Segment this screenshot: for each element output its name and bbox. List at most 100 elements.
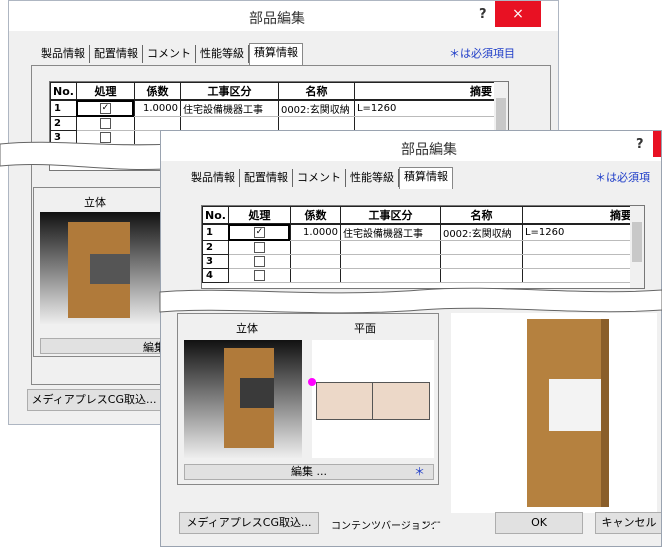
- front-edit-button[interactable]: 編集 ... ＊: [184, 464, 434, 480]
- col-kubun: 工事区分: [179, 82, 279, 101]
- row-kubun[interactable]: [339, 268, 441, 283]
- row-kubun[interactable]: 住宅設備機器工事: [339, 224, 441, 241]
- row-name[interactable]: [439, 240, 523, 255]
- cancel-button[interactable]: キャンセル: [595, 512, 661, 534]
- row-no: 4: [202, 268, 229, 283]
- back-edit-button[interactable]: 編集: [40, 338, 168, 354]
- row-no: 1: [202, 223, 229, 241]
- front-media-import-button[interactable]: メディアプレスCG取込...: [179, 512, 319, 534]
- row-coef[interactable]: 1.0000: [133, 100, 181, 117]
- row-kubun[interactable]: [339, 254, 441, 269]
- row-no: 1: [50, 99, 77, 117]
- col-process: 処理: [227, 206, 291, 225]
- row-kubun[interactable]: 住宅設備機器工事: [179, 100, 279, 117]
- row-tekiyo[interactable]: L=1260: [521, 224, 635, 241]
- ok-button[interactable]: OK: [495, 512, 583, 534]
- process-checkbox[interactable]: [253, 269, 265, 281]
- front-tab-estimate[interactable]: 積算情報: [399, 167, 453, 189]
- row-no: 2: [202, 240, 229, 255]
- back-tab-estimate[interactable]: 積算情報: [249, 43, 303, 65]
- front-tab-product[interactable]: 製品情報: [187, 169, 240, 187]
- table-row[interactable]: 4: [202, 268, 635, 283]
- col-coef: 係数: [133, 82, 181, 101]
- back-close-button[interactable]: ×: [495, 1, 541, 27]
- row-checkbox-cell[interactable]: ✓: [75, 100, 135, 117]
- edit-star: ＊: [414, 465, 425, 478]
- front-table-scrollbar[interactable]: [630, 206, 644, 288]
- process-checkbox[interactable]: [99, 117, 111, 129]
- front-plan-preview: [308, 340, 434, 458]
- row-tekiyo[interactable]: [521, 240, 635, 255]
- row-coef[interactable]: [289, 254, 341, 269]
- table-row[interactable]: 2: [50, 116, 495, 131]
- col-process: 処理: [75, 82, 135, 101]
- row-checkbox-cell[interactable]: [75, 116, 135, 131]
- front-tab-performance[interactable]: 性能等級: [346, 169, 399, 187]
- front-required-note: ＊は必須項: [595, 171, 650, 184]
- front-3d-label: 立体: [236, 322, 258, 335]
- row-checkbox-cell[interactable]: [227, 240, 291, 255]
- row-tekiyo[interactable]: L=1260: [353, 100, 495, 117]
- row-coef[interactable]: [133, 116, 181, 131]
- col-tekiyo: 摘要: [353, 82, 495, 101]
- row-checkbox-cell[interactable]: ✓: [227, 224, 291, 241]
- row-coef[interactable]: 1.0000: [289, 224, 341, 241]
- front-close-button[interactable]: [653, 131, 661, 157]
- back-tab-placement[interactable]: 配置情報: [90, 45, 143, 63]
- table-row[interactable]: 1 ✓ 1.0000 住宅設備機器工事 0002:玄関収納 L=1260: [202, 223, 635, 241]
- front-edit-label: 編集 ...: [291, 465, 327, 478]
- front-help-icon[interactable]: ?: [636, 137, 644, 152]
- back-tabbar: 製品情報 配置情報 コメント 性能等級 積算情報: [37, 43, 303, 65]
- back-required-note: ＊は必須項目: [449, 47, 515, 60]
- row-checkbox-cell[interactable]: [227, 268, 291, 283]
- back-preview-panel: 立体 編集: [33, 187, 173, 357]
- front-dialog: 部品編集 ? 製品情報 配置情報 コメント 性能等級 積算情報 ＊は必須項 No…: [160, 130, 662, 547]
- table-row[interactable]: 2: [202, 240, 635, 255]
- back-title: 部品編集: [249, 11, 305, 27]
- plan-origin-marker: [308, 378, 316, 386]
- back-3d-label: 立体: [84, 196, 106, 209]
- back-tab-performance[interactable]: 性能等級: [196, 45, 249, 63]
- large-cabinet-gap: [549, 379, 601, 431]
- large-cabinet-side: [601, 319, 609, 507]
- row-kubun[interactable]: [339, 240, 441, 255]
- row-kubun[interactable]: [179, 116, 279, 131]
- process-checkbox[interactable]: [253, 241, 265, 253]
- front-preview-panel: 立体 平面 編集 ... ＊: [177, 313, 439, 485]
- front-title: 部品編集: [401, 142, 457, 158]
- col-tekiyo: 摘要: [521, 206, 635, 225]
- row-name[interactable]: 0002:玄関収納: [277, 100, 355, 117]
- row-checkbox-cell[interactable]: [227, 254, 291, 269]
- row-name[interactable]: [439, 268, 523, 283]
- row-tekiyo[interactable]: [521, 254, 635, 269]
- contents-version-value: --.--: [423, 517, 441, 528]
- row-tekiyo[interactable]: [353, 116, 495, 131]
- front-tab-placement[interactable]: 配置情報: [240, 169, 293, 187]
- col-coef: 係数: [289, 206, 341, 225]
- back-tab-comment[interactable]: コメント: [143, 45, 196, 63]
- cabinet-gap: [90, 254, 130, 284]
- back-media-import-button[interactable]: メディアプレスCG取込...: [27, 389, 161, 411]
- process-checkbox[interactable]: ✓: [99, 102, 111, 114]
- front-large-preview: [451, 313, 657, 513]
- table-row[interactable]: 3: [202, 254, 635, 269]
- table-row[interactable]: 1 ✓ 1.0000 住宅設備機器工事 0002:玄関収納 L=1260: [50, 99, 495, 117]
- row-no: 3: [202, 254, 229, 269]
- row-name[interactable]: 0002:玄関収納: [439, 224, 523, 241]
- process-checkbox[interactable]: ✓: [253, 226, 265, 238]
- row-coef[interactable]: [289, 240, 341, 255]
- col-name: 名称: [277, 82, 355, 101]
- row-coef[interactable]: [289, 268, 341, 283]
- col-kubun: 工事区分: [339, 206, 441, 225]
- col-no: No.: [50, 82, 77, 101]
- scroll-thumb[interactable]: [632, 222, 642, 262]
- plan-cabinet: [316, 382, 430, 420]
- row-name[interactable]: [439, 254, 523, 269]
- back-help-icon[interactable]: ?: [479, 7, 487, 22]
- front-tab-comment[interactable]: コメント: [293, 169, 346, 187]
- process-checkbox[interactable]: [253, 255, 265, 267]
- back-tab-product[interactable]: 製品情報: [37, 45, 90, 63]
- row-name[interactable]: [277, 116, 355, 131]
- col-no: No.: [202, 206, 229, 225]
- row-tekiyo[interactable]: [521, 268, 635, 283]
